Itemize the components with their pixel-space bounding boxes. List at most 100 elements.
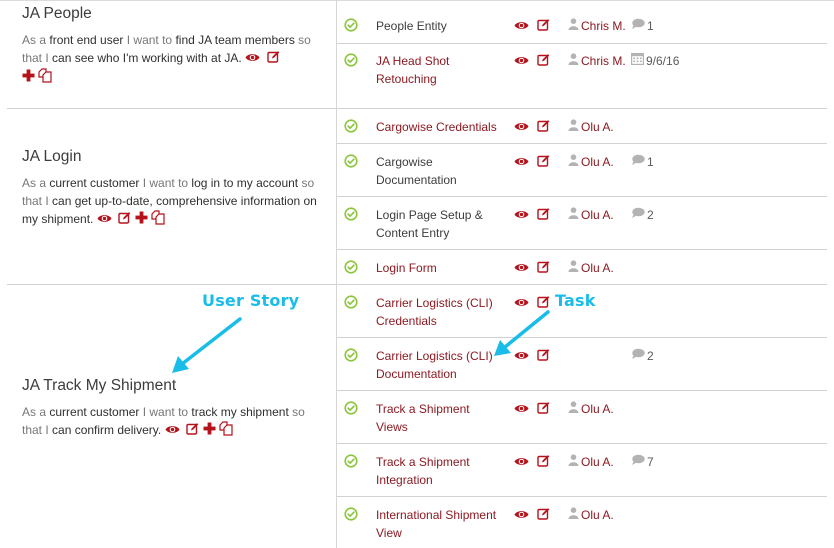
eye-icon[interactable] xyxy=(514,454,529,472)
user-icon xyxy=(568,453,581,471)
edit-icon[interactable] xyxy=(537,401,550,419)
story-text-part: As a xyxy=(22,176,50,190)
eye-icon[interactable] xyxy=(514,207,529,225)
check-circle-icon[interactable] xyxy=(344,18,358,32)
edit-icon[interactable] xyxy=(537,119,550,137)
edit-icon[interactable] xyxy=(537,260,550,278)
copy-icon[interactable] xyxy=(38,68,52,88)
task-divider xyxy=(337,337,827,338)
story-title: JA Login xyxy=(22,148,82,165)
plus-icon[interactable] xyxy=(22,69,35,87)
edit-icon[interactable] xyxy=(186,422,199,440)
plus-icon[interactable] xyxy=(135,211,148,229)
task-actions xyxy=(514,260,550,278)
task-assignee: Chris M. xyxy=(568,17,626,35)
story-goal: find JA team members xyxy=(175,33,295,47)
check-circle-icon[interactable] xyxy=(344,454,358,468)
task-assignee: Olu A. xyxy=(568,453,614,471)
task-comments[interactable]: 1 xyxy=(631,153,654,171)
task-actions xyxy=(514,454,550,472)
eye-icon[interactable] xyxy=(165,422,180,440)
task-actions xyxy=(514,401,550,419)
eye-icon[interactable] xyxy=(97,211,112,229)
task-comments[interactable]: 7 xyxy=(631,453,654,471)
edit-icon[interactable] xyxy=(537,348,550,366)
eye-icon[interactable] xyxy=(514,154,529,172)
check-circle-icon[interactable] xyxy=(344,154,358,168)
check-circle-icon[interactable] xyxy=(344,295,358,309)
task-title-link[interactable]: International Shipment View xyxy=(376,506,502,542)
story-text-part: As a xyxy=(22,405,50,419)
task-assignee: Olu A. xyxy=(568,259,614,277)
task-title-link[interactable]: Login Page Setup & Content Entry xyxy=(376,206,502,242)
assignee-name: Olu A. xyxy=(581,508,614,522)
comment-count: 1 xyxy=(647,155,654,169)
task-divider xyxy=(337,443,827,444)
story-benefit: can confirm delivery. xyxy=(52,423,162,438)
story-benefit: can get up-to-date, comprehensive inform… xyxy=(22,194,317,227)
plus-icon[interactable] xyxy=(203,422,216,440)
story-role: front end user xyxy=(49,33,124,47)
task-title-link[interactable]: Login Form xyxy=(376,259,502,277)
task-title-link[interactable]: Carrier Logistics (CLI) Documentation xyxy=(376,347,502,383)
assignee-name: Chris M. xyxy=(581,19,626,33)
column-divider xyxy=(336,0,337,548)
check-circle-icon[interactable] xyxy=(344,401,358,415)
check-circle-icon[interactable] xyxy=(344,348,358,362)
user-icon xyxy=(568,506,581,524)
edit-icon[interactable] xyxy=(118,211,131,229)
check-circle-icon[interactable] xyxy=(344,260,358,274)
task-comments[interactable]: 2 xyxy=(631,206,654,224)
copy-icon[interactable] xyxy=(219,421,233,441)
task-divider xyxy=(337,284,827,285)
comment-count: 1 xyxy=(647,19,654,33)
edit-icon[interactable] xyxy=(267,50,280,68)
task-title-link[interactable]: Track a Shipment Integration xyxy=(376,453,502,489)
task-title-link[interactable]: Cargowise Documentation xyxy=(376,153,502,189)
task-actions xyxy=(514,295,550,313)
check-circle-icon[interactable] xyxy=(344,119,358,133)
task-comments[interactable]: 2 xyxy=(631,347,654,365)
eye-icon[interactable] xyxy=(514,401,529,419)
eye-icon[interactable] xyxy=(514,53,529,71)
due-date: 9/6/16 xyxy=(646,54,680,68)
task-title-link[interactable]: Track a Shipment Views xyxy=(376,400,502,436)
assignee-name: Olu A. xyxy=(581,120,614,134)
edit-icon[interactable] xyxy=(537,154,550,172)
annotation-task-label: Task xyxy=(555,291,596,310)
edit-icon[interactable] xyxy=(537,53,550,71)
edit-icon[interactable] xyxy=(537,454,550,472)
copy-icon[interactable] xyxy=(151,210,165,230)
story-description: As a front end user I want to find JA te… xyxy=(22,31,322,88)
task-title-link[interactable]: People Entity xyxy=(376,17,502,35)
task-divider xyxy=(337,43,827,44)
eye-icon[interactable] xyxy=(514,507,529,525)
eye-icon[interactable] xyxy=(514,260,529,278)
task-title-link[interactable]: Cargowise Credentials xyxy=(376,118,502,136)
task-assignee: Chris M. xyxy=(568,52,626,70)
comment-icon xyxy=(631,347,647,365)
comment-icon xyxy=(631,17,647,35)
check-circle-icon[interactable] xyxy=(344,207,358,221)
eye-icon[interactable] xyxy=(245,50,260,68)
check-circle-icon[interactable] xyxy=(344,53,358,67)
edit-icon[interactable] xyxy=(537,207,550,225)
user-icon xyxy=(568,17,581,35)
task-comments[interactable]: 1 xyxy=(631,17,654,35)
task-title-link[interactable]: Carrier Logistics (CLI) Credentials xyxy=(376,294,502,330)
top-border xyxy=(0,0,834,1)
eye-icon[interactable] xyxy=(514,18,529,36)
eye-icon[interactable] xyxy=(514,348,529,366)
edit-icon[interactable] xyxy=(537,295,550,313)
edit-icon[interactable] xyxy=(537,507,550,525)
edit-icon[interactable] xyxy=(537,18,550,36)
task-divider xyxy=(337,496,827,497)
task-divider xyxy=(337,196,827,197)
comment-icon xyxy=(631,453,647,471)
eye-icon[interactable] xyxy=(514,119,529,137)
task-title-link[interactable]: JA Head Shot Retouching xyxy=(376,52,502,88)
eye-icon[interactable] xyxy=(514,295,529,313)
user-icon xyxy=(568,259,581,277)
task-actions xyxy=(514,119,550,137)
check-circle-icon[interactable] xyxy=(344,507,358,521)
